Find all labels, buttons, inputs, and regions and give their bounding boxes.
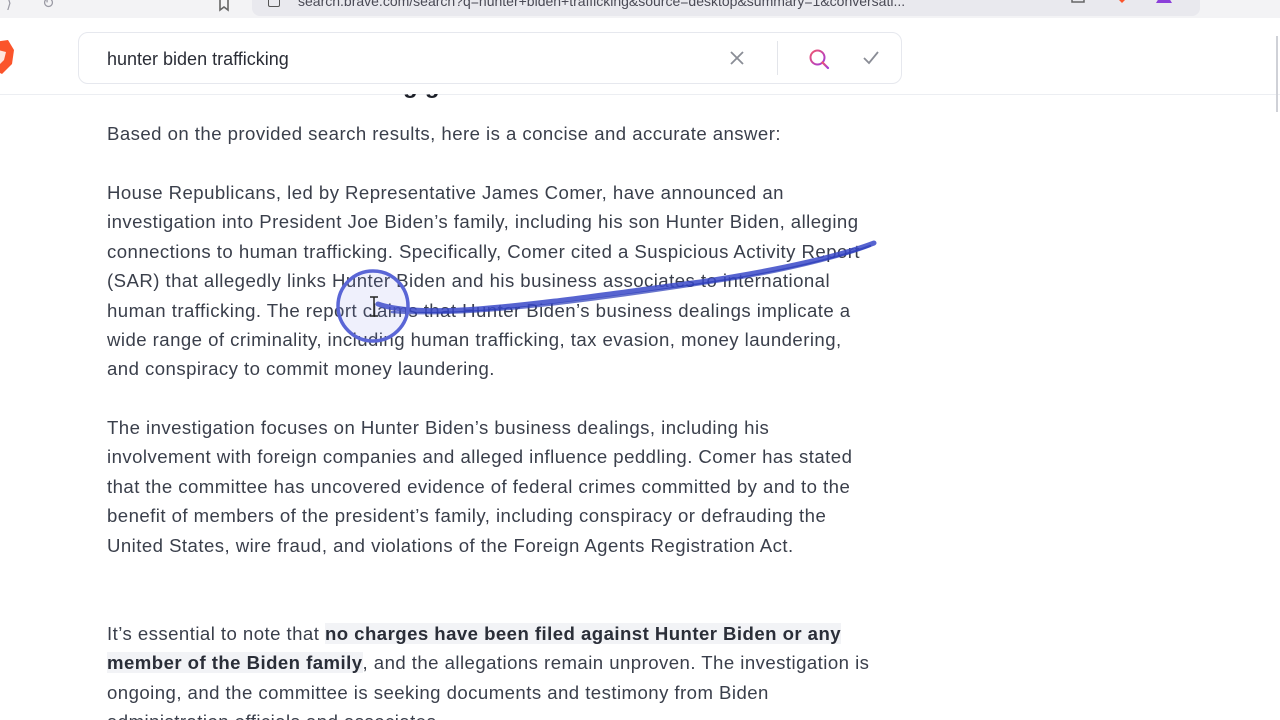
brave-rewards-icon[interactable]	[1156, 0, 1172, 4]
brave-shields-icon[interactable]	[1114, 0, 1130, 4]
scrollbar[interactable]	[1276, 36, 1278, 112]
site-settings-icon[interactable]	[268, 0, 280, 7]
share-icon[interactable]	[1070, 0, 1086, 4]
search-icon[interactable]	[807, 47, 831, 71]
brave-lion-icon[interactable]	[0, 40, 14, 74]
url-text[interactable]: search.brave.com/search?q=hunter+biden+t…	[298, 0, 1058, 12]
ai-answer-panel: g g Based on the provided search results…	[107, 94, 887, 720]
divider	[777, 41, 778, 75]
answer-paragraph: The investigation focuses on Hunter Bide…	[107, 417, 853, 556]
answer-intro: Based on the provided search results, he…	[107, 123, 781, 144]
answer-paragraph: It’s essential to note that no charges h…	[107, 623, 870, 720]
answer-heading: g g	[107, 94, 440, 99]
check-icon[interactable]	[861, 48, 881, 68]
address-bar[interactable]: search.brave.com/search?q=hunter+biden+t…	[252, 0, 1200, 16]
browser-toolbar: ⟩ ↻ search.brave.com/search?q=hunter+bid…	[0, 0, 1280, 18]
search-header	[0, 18, 1280, 112]
forward-icon[interactable]: ⟩	[6, 0, 12, 12]
reload-icon[interactable]: ↻	[42, 0, 55, 12]
search-input[interactable]	[107, 47, 707, 71]
answer-paragraph: House Republicans, led by Representative…	[107, 182, 861, 380]
search-box	[78, 32, 902, 84]
bookmark-icon[interactable]	[216, 0, 232, 12]
close-icon[interactable]	[727, 48, 747, 68]
